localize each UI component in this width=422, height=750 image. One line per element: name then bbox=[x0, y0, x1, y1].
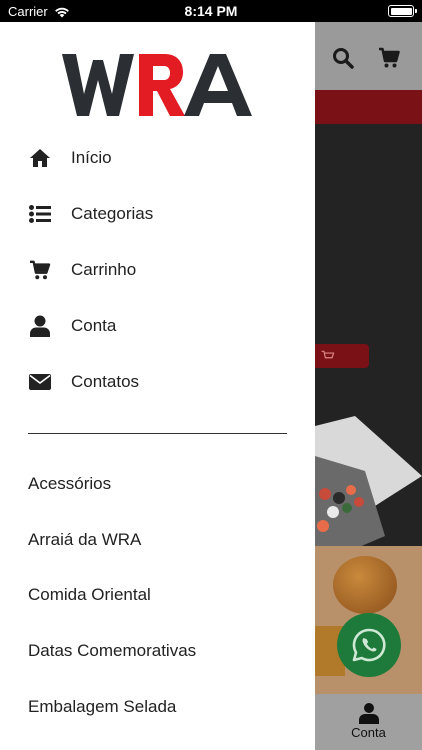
category-item-comida-oriental[interactable]: Comida Oriental bbox=[28, 575, 298, 615]
cart-icon[interactable] bbox=[377, 46, 401, 70]
nav-item-conta[interactable]: Conta bbox=[0, 301, 315, 351]
user-icon bbox=[28, 314, 52, 338]
nav-item-contatos[interactable]: Contatos bbox=[0, 357, 315, 407]
category-item-acessorios[interactable]: Acessórios bbox=[28, 464, 298, 504]
category-item-datas-comemorativas[interactable]: Datas Comemorativas bbox=[28, 631, 298, 671]
tab-conta[interactable]: Conta bbox=[315, 725, 422, 740]
banner-cart-button[interactable] bbox=[315, 344, 369, 368]
status-bar: Carrier 8:14 PM bbox=[0, 0, 422, 22]
user-icon[interactable] bbox=[359, 702, 379, 724]
cart-icon bbox=[321, 350, 335, 359]
nav-label-inicio: Início bbox=[71, 148, 112, 167]
whatsapp-button[interactable] bbox=[337, 613, 401, 677]
nav-label-contatos: Contatos bbox=[71, 372, 140, 391]
cart-icon bbox=[28, 258, 52, 282]
battery-icon bbox=[388, 5, 417, 17]
wra-logo bbox=[62, 54, 252, 116]
list-icon bbox=[28, 202, 52, 226]
search-icon[interactable] bbox=[331, 46, 355, 70]
burger-image bbox=[333, 556, 397, 614]
nav-item-carrinho[interactable]: Carrinho bbox=[0, 245, 315, 295]
envelope-icon bbox=[28, 370, 52, 394]
home-icon bbox=[28, 146, 52, 170]
nav-item-categorias[interactable]: Categorias bbox=[0, 189, 315, 239]
banner bbox=[315, 124, 422, 566]
nav-label-conta: Conta bbox=[71, 316, 117, 335]
nav-label-categorias: Categorias bbox=[71, 204, 154, 223]
category-item-embalagem-selada[interactable]: Embalagem Selada bbox=[28, 687, 298, 727]
promo-bar bbox=[315, 90, 422, 124]
tab-bar: Conta bbox=[315, 694, 422, 750]
drawer-divider bbox=[28, 433, 287, 434]
nav-label-carrinho: Carrinho bbox=[71, 260, 137, 279]
status-time: 8:14 PM bbox=[184, 3, 238, 19]
category-item-arraia-da-wra[interactable]: Arraiá da WRA bbox=[28, 520, 298, 560]
app-header bbox=[315, 22, 422, 90]
whatsapp-icon bbox=[352, 628, 386, 662]
nav-item-inicio[interactable]: Início bbox=[0, 133, 315, 183]
navigation-drawer: Início Categorias Carrinho Conta Contato… bbox=[0, 22, 315, 750]
